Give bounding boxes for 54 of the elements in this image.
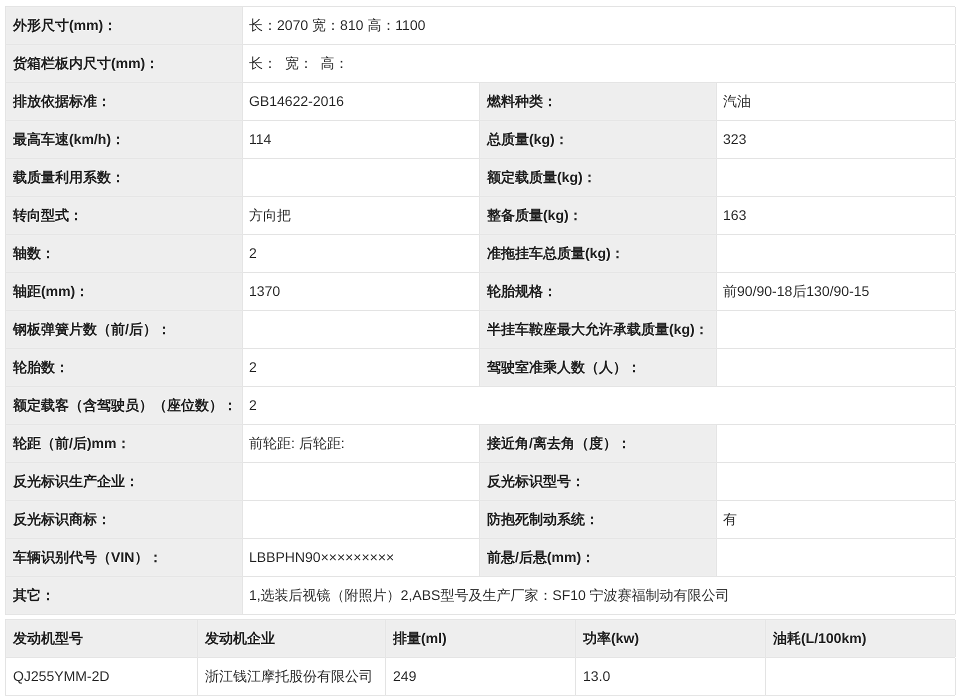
field-label: 轮胎数：: [13, 358, 69, 377]
field-label: 车辆识别代号（VIN）：: [13, 548, 162, 567]
field-value: 方向把: [249, 206, 291, 225]
field-value: 114: [249, 130, 272, 149]
field-label: 驾驶室准乘人数（人）：: [487, 358, 641, 377]
field-label: 防抱死制动系统：: [487, 510, 599, 529]
field-label: 半挂车鞍座最大允许承载质量(kg)：: [487, 320, 709, 339]
field-label: 前悬/后悬(mm)：: [487, 548, 596, 567]
field-label: 准拖挂车总质量(kg)：: [487, 244, 625, 263]
field-value: 323: [723, 130, 746, 149]
column-header: 排量(ml): [393, 629, 447, 648]
field-label: 轮胎规格：: [487, 282, 557, 301]
field-value: 1370: [249, 282, 280, 301]
column-header: 发动机企业: [205, 629, 275, 648]
table-cell-text: 13.0: [583, 667, 610, 686]
field-label: 反光标识商标：: [13, 510, 111, 529]
field-label: 轴距(mm)：: [13, 282, 90, 301]
field-label: 额定载质量(kg)：: [487, 168, 597, 187]
field-label: 反光标识生产企业：: [13, 472, 139, 491]
field-label: 整备质量(kg)：: [487, 206, 583, 225]
field-value: 163: [723, 206, 746, 225]
field-value: 2: [249, 244, 257, 263]
field-label: 载质量利用系数：: [13, 168, 125, 187]
field-value: 2: [249, 358, 257, 377]
field-value: 汽油: [723, 92, 751, 111]
table-cell-text: QJ255YMM-2D: [13, 667, 110, 686]
field-label: 最高车速(km/h)：: [13, 130, 125, 149]
table-cell-text: 249: [393, 667, 416, 686]
column-header: 发动机型号: [13, 629, 83, 648]
field-label: 轮距（前/后)mm：: [13, 434, 130, 453]
field-value: 前轮距: 后轮距:: [249, 434, 345, 453]
field-value: 有: [723, 510, 737, 529]
field-value: 长： 宽： 高：: [249, 54, 349, 73]
field-label: 钢板弹簧片数（前/后）：: [13, 320, 171, 339]
field-value: 前90/90-18后130/90-15: [723, 282, 870, 301]
field-label: 轴数：: [13, 244, 55, 263]
field-label: 总质量(kg)：: [487, 130, 569, 149]
field-label: 货箱栏板内尺寸(mm)：: [13, 54, 160, 73]
field-value: 1,选装后视镜（附照片）2,ABS型号及生产厂家：SF10 宁波赛福制动有限公司: [249, 586, 730, 605]
field-label: 排放依据标准：: [13, 92, 111, 111]
field-label: 转向型式：: [13, 206, 83, 225]
field-label: 额定载客（含驾驶员）（座位数）：: [13, 396, 237, 415]
field-value: GB14622-2016: [249, 92, 344, 111]
field-label: 燃料种类：: [487, 92, 557, 111]
table-cell-text: 浙江钱江摩托股份有限公司: [205, 667, 373, 686]
column-header: 油耗(L/100km): [773, 629, 866, 648]
field-value: LBBPHN90×××××××××: [249, 548, 394, 567]
field-label: 其它：: [13, 586, 55, 605]
field-value: 长：2070 宽：810 高：1100: [249, 16, 426, 35]
field-value: 2: [249, 396, 257, 415]
field-label: 反光标识型号：: [487, 472, 585, 491]
field-label: 接近角/离去角（度）：: [487, 434, 631, 453]
field-label: 外形尺寸(mm)：: [13, 16, 118, 35]
column-header: 功率(kw): [583, 629, 639, 648]
